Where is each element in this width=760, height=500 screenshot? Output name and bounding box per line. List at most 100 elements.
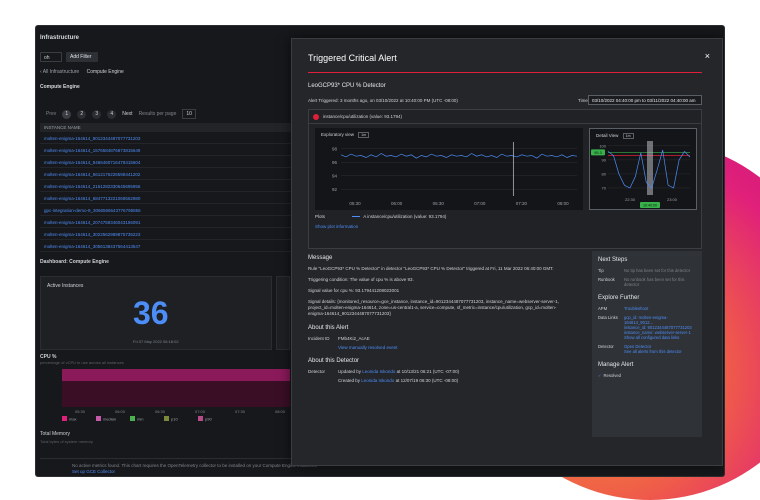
table-row[interactable]: molten-enigma-164614_1576584876873815649 (40, 144, 292, 156)
table-row[interactable]: molten-enigma-164614_3022562989875735223 (40, 228, 292, 240)
manage-alert-title: Manage Alert (598, 362, 634, 368)
check-icon: ✓ (598, 373, 602, 378)
time-label: Time (578, 98, 588, 103)
show-all-data-links[interactable]: Show all configured data links (624, 335, 696, 340)
cpu-x-tick: 07:30 (235, 409, 246, 414)
prev-button[interactable]: Prev (46, 111, 56, 117)
table-row[interactable]: molten-enigma-164614_5612176226598441202 (40, 168, 292, 180)
modal-title: Triggered Critical Alert (308, 53, 397, 63)
dashboard-title: Dashboard: Compute Engine (40, 259, 109, 265)
close-icon[interactable]: × (705, 51, 710, 61)
active-instances-timestamp: Fri 07 May 2022 06:18:02 (133, 339, 179, 344)
explore-x-tick: 08:00 (557, 201, 569, 206)
critical-dot-icon (313, 114, 319, 120)
memory-panel: Total Memory Total bytes of system memor… (40, 431, 93, 444)
tip-key: Tip (598, 268, 604, 273)
explore-x-tick: 07:00 (474, 201, 486, 206)
table-row[interactable]: molten-enigma-164614_2161282330645695956 (40, 180, 292, 192)
setup-collector-link[interactable]: Set up GCE Collector (72, 469, 688, 474)
cpu-legend-label: p10 (171, 417, 178, 422)
exploratory-view[interactable]: Exploratory view 1m 98 96 94 92 05:30 06:00 06… (315, 128, 583, 210)
detail-x-tick: 22:30 (625, 197, 636, 202)
message-line: Triggering condition: The value of cpu %… (308, 277, 414, 282)
explore-y-tick: 96 (332, 160, 338, 165)
about-alert-title: About this Alert (308, 325, 349, 331)
explore-x-tick: 06:00 (391, 201, 403, 206)
page-1-button[interactable]: 1 (62, 109, 72, 119)
exploratory-view-title: Exploratory view (321, 132, 355, 137)
message-title: Message (308, 255, 333, 261)
triggered-text: Alert Triggered: 3 months ago, on 03/10/… (308, 98, 458, 103)
page-3-button[interactable]: 3 (92, 109, 102, 119)
cpu-x-tick: 06:00 (115, 409, 126, 414)
table-row[interactable]: molten-enigma-164614_9466460716478415604 (40, 156, 292, 168)
plots-label: Plots (315, 214, 326, 219)
cpu-legend-label: p90 (205, 417, 212, 422)
data-links-row: Data Links gcp_id: molten-enigma-164614_… (598, 315, 696, 340)
per-page-select[interactable]: 10 (182, 109, 196, 119)
secondary-card (276, 276, 290, 350)
detector-updated-row: Detector Updated by Leonida Iskondo at 1… (308, 369, 572, 374)
cpu-legend-swatch (96, 416, 101, 421)
detail-x-tick: 23:00 (667, 197, 678, 202)
cpu-x-tick: 08:00 (275, 409, 286, 414)
message-line: Signal details: {monitored_resource=gce_… (308, 299, 560, 316)
detail-view-title: Detail View (596, 133, 619, 138)
created-by-link[interactable]: Leonida Iskondo (361, 378, 394, 383)
cpu-legend-swatch (130, 416, 135, 421)
page-title: Infrastructure (40, 35, 80, 41)
explore-x-tick: 07:30 (516, 201, 528, 206)
explore-y-tick: 92 (332, 187, 338, 192)
next-button[interactable]: Next (122, 111, 132, 117)
resolution-chip: 1m (358, 132, 370, 138)
cpu-x-tick: 05:30 (75, 409, 86, 414)
stage: Infrastructure oh Add Filter ‹ All Infra… (0, 0, 760, 500)
time-range-input[interactable]: 03/10/2022 04:40:00 pm to 03/11/2022 04:… (588, 95, 702, 105)
memory-subtitle: Total bytes of system memory (40, 439, 93, 444)
data-link-item[interactable]: gcp_id: molten-enigma-164614_9012... (624, 315, 696, 325)
cpu-band (62, 369, 290, 381)
collector-message: No active metrics found. This chart requ… (72, 463, 318, 468)
time-select[interactable]: oh (40, 52, 62, 62)
page-2-button[interactable]: 2 (77, 109, 87, 119)
table-row[interactable]: molten-enigma-164614_9012344487077731203 (40, 132, 292, 144)
active-instances-value: 36 (133, 295, 169, 331)
data-links-key: Data Links (598, 315, 618, 320)
table-row[interactable]: molten-enigma-164614_3056138437564413647 (40, 240, 292, 252)
detail-y-tick: 100 (599, 143, 606, 148)
detail-view[interactable]: Detail View 1m 100 90 80 70 95.3 22:30 23:00 10… (589, 128, 697, 210)
detail-y-tick: 70 (602, 185, 607, 190)
active-instances-label: Active Instances (47, 283, 84, 289)
breadcrumb: ‹ All Infrastructure Compute Engine (40, 69, 124, 75)
side-panel: Next Steps Tip No tip has been set for t… (592, 251, 702, 437)
table-row[interactable]: molten-enigma-164614_6847713221068562980 (40, 192, 292, 204)
view-resolved-event-link[interactable]: View manually resolved event (338, 345, 572, 350)
troubleshoot-link[interactable]: Troubleshoot (624, 306, 696, 311)
table-row[interactable]: gpc-integration-demo-9_30665666437767958… (40, 204, 292, 216)
page-4-button[interactable]: 4 (107, 109, 117, 119)
show-plot-info-link[interactable]: Show plot information (315, 224, 358, 229)
explore-y-tick: 98 (332, 146, 338, 151)
updated-prefix: Updated by (338, 369, 362, 374)
detail-y-tick: 80 (602, 171, 607, 176)
cpu-legend-label: min (137, 417, 143, 422)
see-all-alerts-link[interactable]: See all alerts from this detector (624, 349, 696, 354)
active-instances-card: Active Instances 36 Fri 07 May 2022 06:1… (40, 276, 272, 350)
cpu-chart: 05:30 06:00 06:30 07:00 07:30 08:00 max median… (62, 369, 290, 422)
message-line: Signal value for cpu %: 93.1794412080230… (308, 288, 400, 293)
updated-by-link[interactable]: Leonida Iskondo (362, 369, 395, 374)
apm-key: APM (598, 306, 608, 311)
explore-x-tick: 06:30 (433, 201, 445, 206)
time-badge-text: 10:40:00 (643, 204, 657, 208)
back-link[interactable]: ‹ All Infrastructure (40, 69, 79, 75)
cpu-x-ticks: 05:30 06:00 06:30 07:00 07:30 08:00 (75, 409, 286, 414)
table-row[interactable]: molten-enigma-164614_2074759346043156091 (40, 216, 292, 228)
runbook-value: No runbook has been set for this detecto… (624, 277, 685, 287)
apm-row: APM Troubleshoot (598, 306, 696, 311)
column-header-instance-name[interactable]: INSTANCE NAME (40, 123, 292, 132)
incident-key: Incident ID (308, 336, 330, 341)
detail-chip: 1m (622, 133, 634, 139)
add-filter-button[interactable]: Add Filter (66, 52, 98, 62)
signal-chart-box: instance/cpu/utilization (value: 93.1794… (308, 109, 702, 249)
signal-row: instance/cpu/utilization (value: 93.1794… (309, 110, 701, 124)
